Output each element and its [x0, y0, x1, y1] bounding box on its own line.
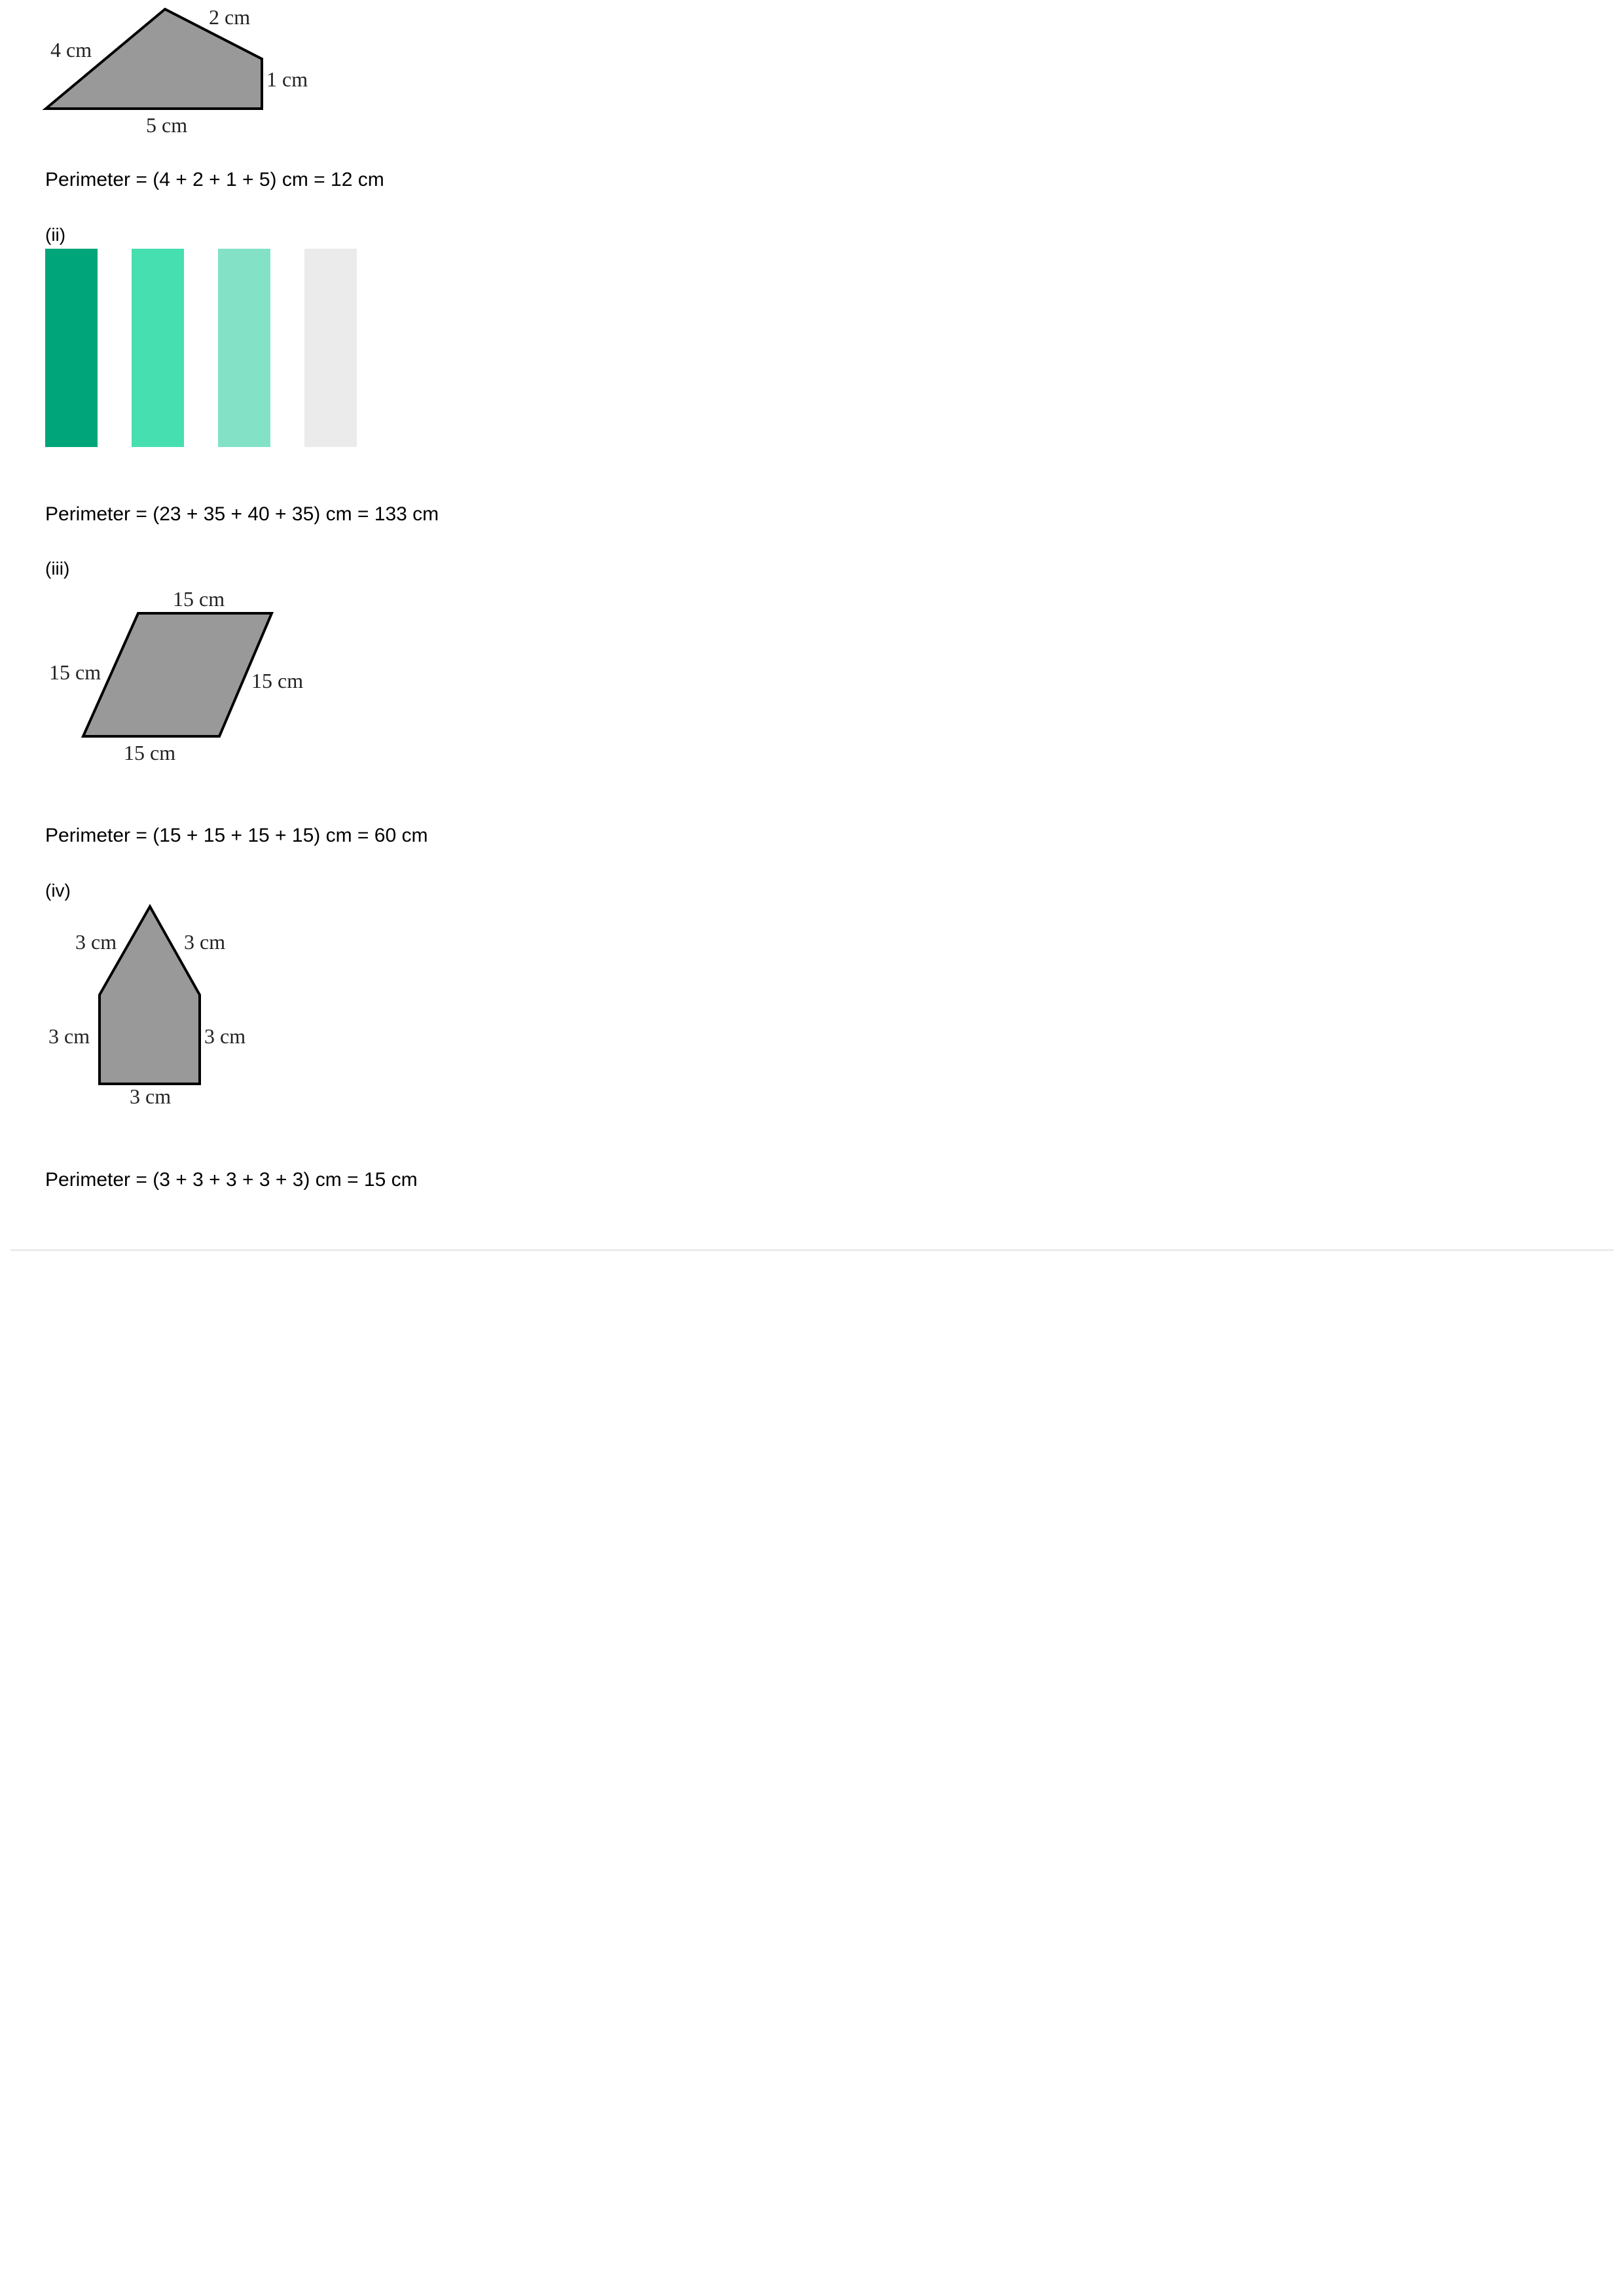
side-label-top: 2 cm	[209, 5, 250, 29]
color-bar-4	[304, 249, 357, 447]
part-label-iii: (iii)	[45, 558, 70, 579]
side-label-right: 15 cm	[251, 669, 303, 692]
side-label-roof-right: 3 cm	[184, 930, 225, 954]
side-label-top: 15 cm	[173, 587, 225, 611]
rhombus-shape	[81, 612, 274, 738]
perimeter-line-i: Perimeter = (4 + 2 + 1 + 5) cm = 12 cm	[45, 169, 384, 190]
side-label-right: 1 cm	[266, 67, 308, 91]
side-label-right: 3 cm	[204, 1024, 246, 1048]
side-label-bottom: 5 cm	[146, 113, 187, 137]
part-label-ii: (ii)	[45, 224, 66, 245]
figure-pentagon-iv: 3 cm 3 cm 3 cm 3 cm 3 cm	[48, 903, 246, 1108]
perimeter-line-iv: Perimeter = (3 + 3 + 3 + 3 + 3) cm = 15 …	[45, 1169, 418, 1191]
perimeter-line-ii: Perimeter = (23 + 35 + 40 + 35) cm = 133…	[45, 503, 439, 525]
side-label-roof-left: 3 cm	[75, 930, 117, 954]
figure-rhombus-iii: 15 cm 15 cm 15 cm 15 cm	[49, 587, 303, 764]
color-bar-2	[132, 249, 184, 447]
divider-line	[10, 1249, 1614, 1251]
color-bar-1	[45, 249, 98, 447]
side-label-left: 15 cm	[49, 660, 101, 684]
side-label-left: 3 cm	[48, 1024, 90, 1048]
page: 4 cm 2 cm 1 cm 5 cm Perimeter = (4 + 2 +…	[0, 0, 1623, 2296]
side-label-bottom: 15 cm	[124, 741, 175, 764]
color-bar-3	[218, 249, 270, 447]
side-label-left: 4 cm	[50, 38, 92, 62]
perimeter-line-iii: Perimeter = (15 + 15 + 15 + 15) cm = 60 …	[45, 825, 428, 846]
figure-quadrilateral-i: 4 cm 2 cm 1 cm 5 cm	[42, 5, 308, 137]
side-label-bottom: 3 cm	[130, 1085, 171, 1108]
